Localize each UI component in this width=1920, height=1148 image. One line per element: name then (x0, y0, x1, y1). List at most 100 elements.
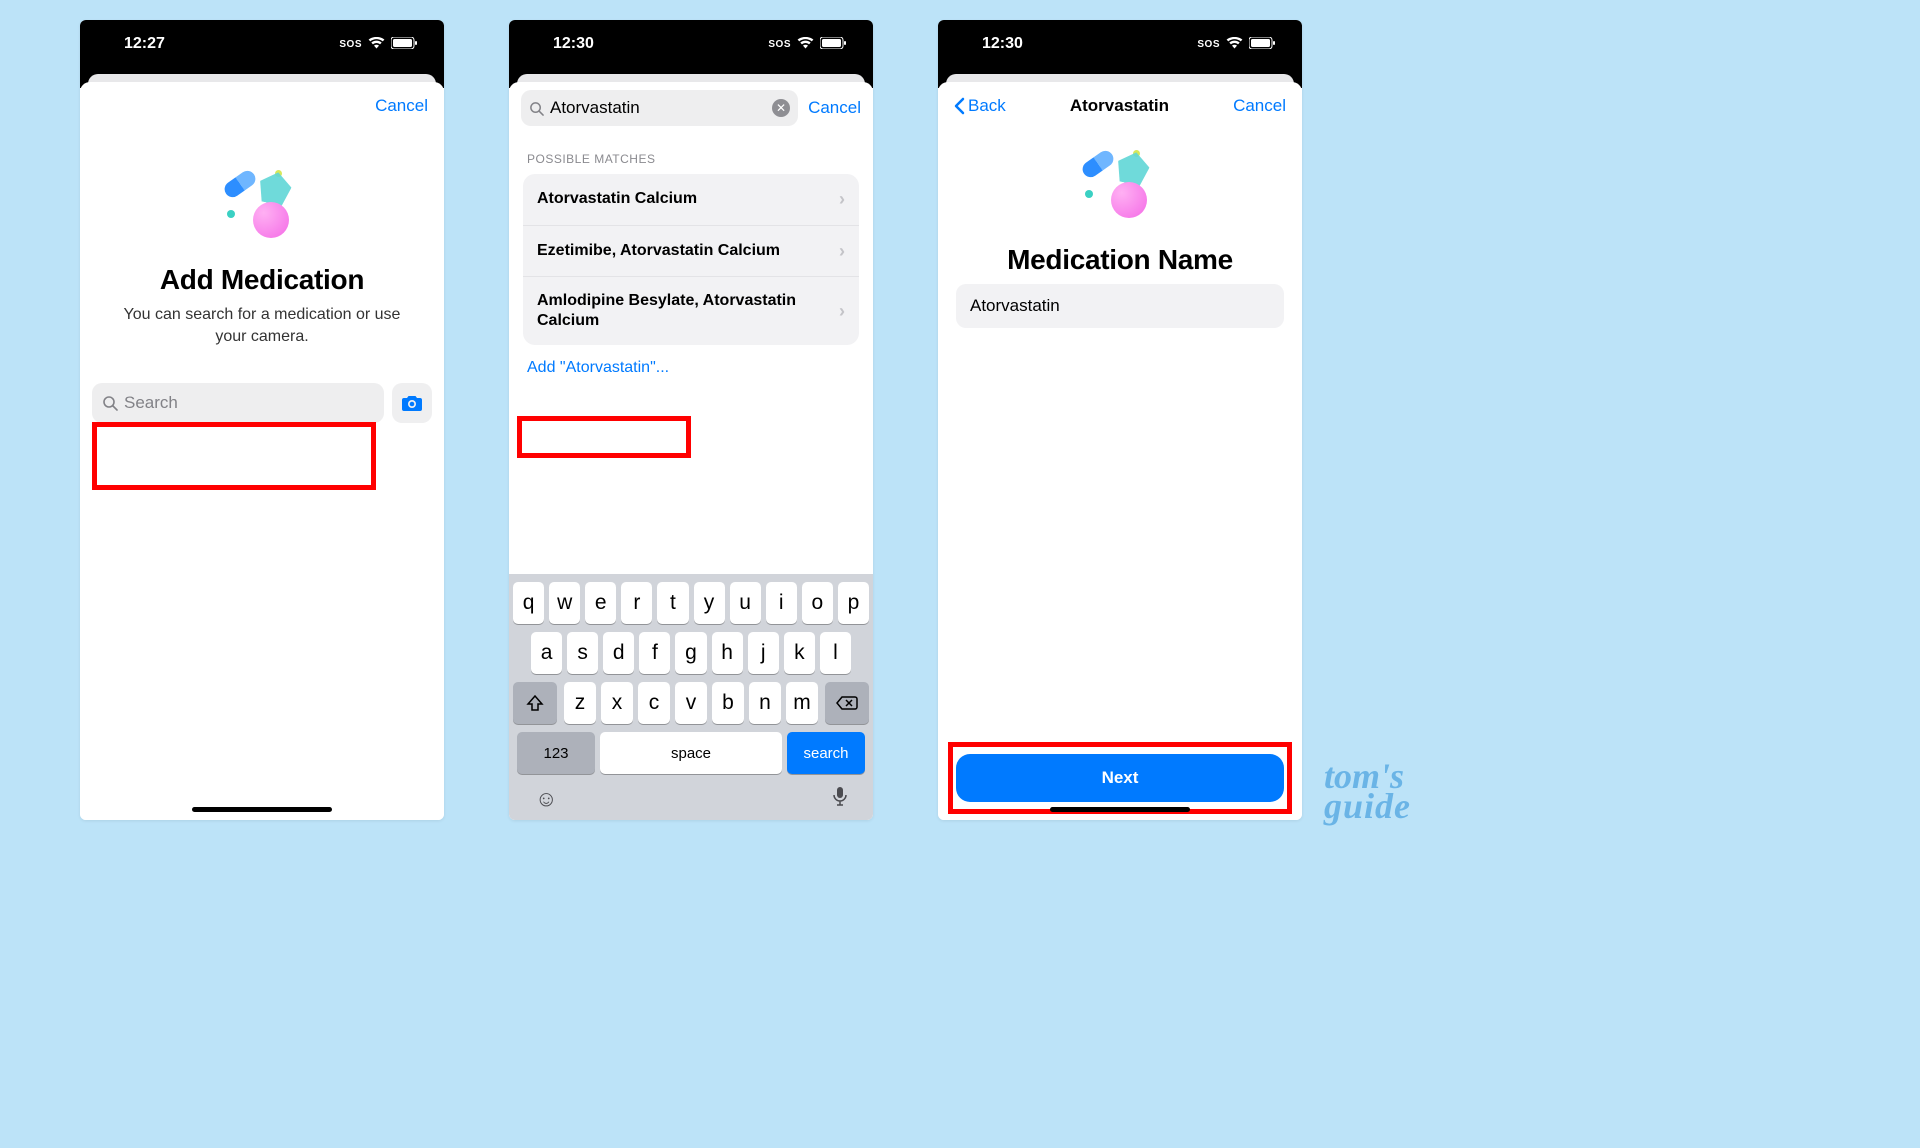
key-n[interactable]: n (749, 682, 781, 724)
key-v[interactable]: v (675, 682, 707, 724)
nav-bar: Cancel (80, 82, 444, 126)
space-key[interactable]: space (600, 732, 782, 774)
sos-indicator: SOS (339, 39, 362, 50)
status-bar: 12:27 SOS (80, 20, 444, 68)
key-p[interactable]: p (838, 582, 869, 624)
key-o[interactable]: o (802, 582, 833, 624)
clear-search-button[interactable]: ✕ (772, 99, 790, 117)
match-list: Atorvastatin Calcium › Ezetimibe, Atorva… (523, 174, 859, 345)
screen-add-medication: 12:27 SOS Cancel Add Medication Yo (80, 20, 444, 820)
status-time: 12:30 (982, 35, 1023, 53)
cancel-button[interactable]: Cancel (375, 96, 428, 116)
sos-indicator: SOS (768, 39, 791, 50)
key-m[interactable]: m (786, 682, 818, 724)
back-button[interactable]: Back (954, 96, 1006, 116)
cancel-button[interactable]: Cancel (1233, 96, 1286, 116)
status-indicators: SOS (339, 37, 418, 52)
battery-icon (820, 37, 847, 52)
status-time: 12:30 (553, 35, 594, 53)
key-s[interactable]: s (567, 632, 598, 674)
screen-search-results: 12:30 SOS Atorvastatin ✕ Cancel POSSIBLE… (509, 20, 873, 820)
key-y[interactable]: y (694, 582, 725, 624)
key-e[interactable]: e (585, 582, 616, 624)
match-item[interactable]: Ezetimibe, Atorvastatin Calcium › (523, 226, 859, 278)
search-placeholder: Search (124, 393, 178, 413)
search-key[interactable]: search (787, 732, 865, 774)
key-j[interactable]: j (748, 632, 779, 674)
key-g[interactable]: g (675, 632, 706, 674)
medication-name-value: Atorvastatin (970, 296, 1060, 315)
back-label: Back (968, 96, 1006, 116)
key-q[interactable]: q (513, 582, 544, 624)
cancel-button[interactable]: Cancel (808, 98, 861, 118)
wifi-icon (1226, 37, 1243, 52)
microphone-icon (833, 786, 847, 806)
highlight-box (92, 422, 376, 490)
chevron-left-icon (954, 97, 966, 115)
keyboard: qwertyuiop asdfghjkl zxcvbnm 123 space s… (509, 574, 873, 820)
key-x[interactable]: x (601, 682, 633, 724)
wifi-icon (368, 37, 385, 52)
key-i[interactable]: i (766, 582, 797, 624)
key-h[interactable]: h (712, 632, 743, 674)
sos-indicator: SOS (1197, 39, 1220, 50)
chevron-right-icon: › (839, 240, 845, 263)
battery-icon (1249, 37, 1276, 52)
camera-button[interactable] (392, 383, 432, 423)
medication-name-input[interactable]: Atorvastatin (956, 284, 1284, 328)
numbers-key[interactable]: 123 (517, 732, 595, 774)
medication-illustration (217, 166, 307, 246)
page-title: Medication Name (954, 244, 1286, 276)
search-bar-row: Atorvastatin ✕ Cancel (509, 82, 873, 136)
key-l[interactable]: l (820, 632, 851, 674)
key-r[interactable]: r (621, 582, 652, 624)
home-indicator[interactable] (1050, 807, 1190, 812)
status-indicators: SOS (1197, 37, 1276, 52)
highlight-box (517, 416, 691, 458)
section-header: POSSIBLE MATCHES (509, 136, 873, 174)
search-input[interactable]: Search (92, 383, 384, 423)
battery-icon (391, 37, 418, 52)
search-icon (529, 101, 544, 116)
wifi-icon (797, 37, 814, 52)
key-u[interactable]: u (730, 582, 761, 624)
key-f[interactable]: f (639, 632, 670, 674)
shift-key[interactable] (513, 682, 557, 724)
watermark-line2: guide (1324, 791, 1411, 822)
next-label: Next (1102, 768, 1139, 788)
emoji-key[interactable]: ☺ (535, 786, 557, 812)
search-input[interactable]: Atorvastatin ✕ (521, 90, 798, 126)
chevron-right-icon: › (839, 300, 845, 323)
key-a[interactable]: a (531, 632, 562, 674)
status-indicators: SOS (768, 37, 847, 52)
key-b[interactable]: b (712, 682, 744, 724)
key-c[interactable]: c (638, 682, 670, 724)
status-time: 12:27 (124, 35, 165, 53)
match-item[interactable]: Amlodipine Besylate, Atorvastatin Calciu… (523, 277, 859, 345)
backspace-key[interactable] (825, 682, 869, 724)
match-item[interactable]: Atorvastatin Calcium › (523, 174, 859, 226)
match-label: Ezetimibe, Atorvastatin Calcium (537, 241, 780, 261)
key-z[interactable]: z (564, 682, 596, 724)
page-title: Add Medication (96, 264, 428, 296)
chevron-right-icon: › (839, 188, 845, 211)
nav-bar: Back Atorvastatin Cancel (938, 82, 1302, 126)
watermark: tom's guide (1324, 761, 1411, 822)
shift-icon (526, 695, 544, 711)
backspace-icon (836, 695, 858, 711)
key-k[interactable]: k (784, 632, 815, 674)
home-indicator[interactable] (192, 807, 332, 812)
dictation-key[interactable] (833, 786, 847, 812)
camera-icon (401, 394, 423, 412)
status-bar: 12:30 SOS (509, 20, 873, 68)
key-d[interactable]: d (603, 632, 634, 674)
medication-illustration (1075, 146, 1165, 226)
key-t[interactable]: t (657, 582, 688, 624)
add-custom-button[interactable]: Add "Atorvastatin"... (509, 345, 873, 391)
screen-medication-name: 12:30 SOS Back Atorvastatin Cancel (938, 20, 1302, 820)
page-subtitle: You can search for a medication or use y… (108, 304, 416, 347)
match-label: Amlodipine Besylate, Atorvastatin Calciu… (537, 291, 817, 331)
search-icon (102, 395, 118, 411)
next-button[interactable]: Next (956, 754, 1284, 802)
key-w[interactable]: w (549, 582, 580, 624)
